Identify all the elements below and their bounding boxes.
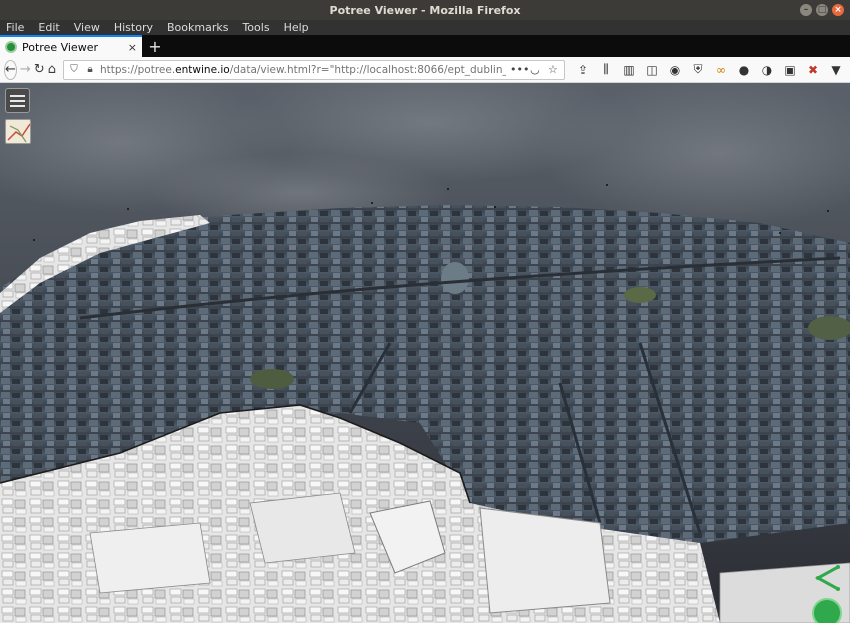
potree-logo-icon[interactable]	[812, 598, 842, 623]
tab-potree-viewer[interactable]: Potree Viewer ×	[0, 35, 142, 57]
image-icon[interactable]: ▣	[781, 61, 799, 79]
extension-icon[interactable]: ⇪	[574, 61, 592, 79]
tab-title: Potree Viewer	[22, 40, 98, 54]
library-icon[interactable]: ⫼	[597, 61, 615, 79]
menu-help[interactable]: Help	[284, 21, 309, 34]
reload-icon[interactable]: ↻	[34, 60, 45, 80]
sidebar-icon[interactable]: ▥	[620, 61, 638, 79]
ublock-icon[interactable]: ⛨	[689, 61, 707, 79]
potree-favicon-icon	[5, 41, 17, 53]
lock-icon[interactable]: 🔒︎	[84, 64, 96, 75]
new-tab-button[interactable]: +	[142, 35, 168, 57]
window-controls: – □ ×	[800, 4, 844, 16]
color-picker-icon[interactable]: ◑	[758, 61, 776, 79]
potree-sidebar-toggle-icon[interactable]	[5, 88, 30, 113]
forward-icon[interactable]: →	[20, 60, 31, 80]
minimize-icon[interactable]: –	[800, 4, 812, 16]
point-cloud-viewport[interactable]	[0, 83, 850, 623]
navigation-toolbar: ← → ↻ ⌂ ⛉ 🔒︎ https://potree.entwine.io/d…	[0, 57, 850, 83]
page-actions-icon[interactable]: •••	[510, 63, 529, 76]
url-text[interactable]: https://potree.entwine.io/data/view.html…	[100, 64, 506, 76]
puzzle-icon[interactable]: ✖	[804, 61, 822, 79]
vpn-icon[interactable]: ▼	[827, 61, 845, 79]
window-title: Potree Viewer - Mozilla Firefox	[329, 3, 521, 17]
url-bar[interactable]: ⛉ 🔒︎ https://potree.entwine.io/data/view…	[62, 59, 565, 80]
tab-close-icon[interactable]: ×	[128, 41, 137, 54]
back-icon[interactable]: ←	[4, 59, 17, 80]
screenshot-icon[interactable]: ◫	[643, 61, 661, 79]
glasses-icon[interactable]: ∞	[712, 61, 730, 79]
account-icon[interactable]: ●	[735, 61, 753, 79]
close-window-icon[interactable]: ×	[832, 4, 844, 16]
menu-bookmarks[interactable]: Bookmarks	[167, 21, 228, 34]
tracking-shield-icon[interactable]: ⛉	[68, 64, 80, 75]
menu-history[interactable]: History	[114, 21, 153, 34]
pocket-icon[interactable]: ◡	[528, 63, 542, 76]
home-icon[interactable]: ⌂	[48, 60, 56, 80]
toolbar-icons: ⇪ ⫼ ▥ ◫ ◉ ⛨ ∞ ● ◑ ▣ ✖ ▼ ☰	[574, 61, 850, 79]
menu-file[interactable]: File	[6, 21, 24, 34]
extension-globe-icon[interactable]: ◉	[666, 61, 684, 79]
window-titlebar: Potree Viewer - Mozilla Firefox – □ ×	[0, 0, 850, 20]
menu-tools[interactable]: Tools	[242, 21, 269, 34]
tab-strip: Potree Viewer × +	[0, 35, 850, 57]
menu-view[interactable]: View	[74, 21, 100, 34]
point-cloud-scene	[0, 83, 850, 623]
menubar: File Edit View History Bookmarks Tools H…	[0, 20, 850, 35]
share-icon[interactable]	[812, 565, 840, 591]
bookmark-star-icon[interactable]: ☆	[546, 63, 560, 76]
maximize-icon[interactable]: □	[816, 4, 828, 16]
menu-edit[interactable]: Edit	[38, 21, 59, 34]
map-toggle-icon[interactable]	[5, 119, 31, 144]
